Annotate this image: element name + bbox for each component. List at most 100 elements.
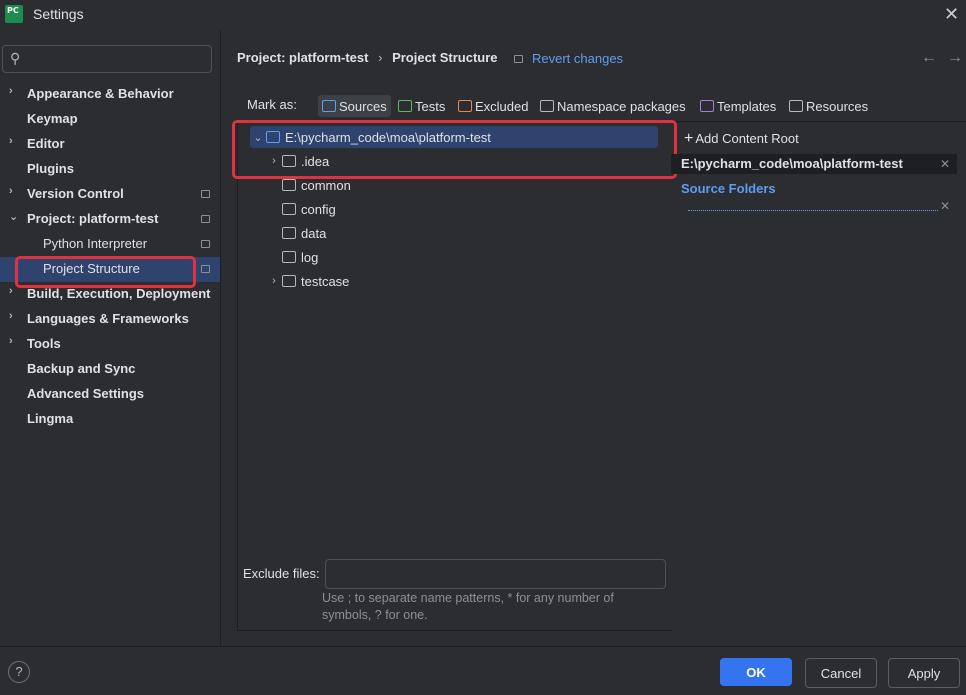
mark-button-label: Sources	[339, 98, 387, 114]
search-input[interactable]	[2, 45, 212, 73]
sidebar-item-label: Version Control	[27, 186, 124, 201]
breadcrumb-current: Project Structure	[392, 50, 498, 65]
folder-icon	[282, 203, 296, 215]
sidebar-item-label: Languages & Frameworks	[27, 311, 189, 326]
sidebar-item-label: Build, Execution, Deployment	[27, 286, 211, 301]
tree-row-config[interactable]: config	[266, 198, 658, 220]
sources-folder-icon	[322, 100, 336, 112]
chevron-right-icon: ›	[9, 335, 13, 347]
mark-button-label: Tests	[415, 98, 446, 114]
sidebar-item-label: Plugins	[27, 161, 74, 176]
project-level-icon	[201, 240, 210, 248]
content-root-panel	[671, 121, 966, 630]
tree-row-log[interactable]: log	[266, 246, 658, 268]
resources-folder-icon	[789, 100, 803, 112]
tree-row-label: data	[301, 225, 327, 241]
sidebar-item-label: Project: platform-test	[27, 211, 159, 226]
sidebar-item-editor[interactable]: › Editor	[0, 132, 220, 157]
source-folder-entry	[688, 210, 938, 212]
chevron-right-icon: ›	[9, 135, 13, 147]
sidebar-item-label: Backup and Sync	[27, 361, 136, 376]
folder-icon	[282, 227, 296, 239]
project-level-icon	[201, 215, 210, 223]
nav-back-forward[interactable]: ← →	[921, 49, 963, 67]
sidebar-item-label: Appearance & Behavior	[27, 86, 174, 101]
window-title: Settings	[33, 6, 84, 22]
tree-row-label: testcase	[301, 273, 350, 289]
sidebar-item-tools[interactable]: › Tools	[0, 332, 220, 357]
content-root-path: E:\pycharm_code\moa\platform-test	[681, 156, 903, 171]
project-level-icon	[201, 265, 210, 273]
tree-row-data[interactable]: data	[266, 222, 658, 244]
chevron-right-icon[interactable]: ›	[266, 275, 282, 287]
folder-icon	[282, 251, 296, 263]
sidebar-item-label: Advanced Settings	[27, 386, 145, 401]
sidebar-item-build[interactable]: › Build, Execution, Deployment	[0, 282, 220, 307]
sidebar-item-project[interactable]: ⌄ Project: platform-test	[0, 207, 220, 232]
sidebar-item-languages[interactable]: › Languages & Frameworks	[0, 307, 220, 332]
back-arrow-icon[interactable]: ←	[921, 49, 937, 66]
sidebar-item-advanced-settings[interactable]: Advanced Settings	[0, 382, 220, 407]
tree-row-testcase[interactable]: › testcase	[266, 270, 658, 292]
project-level-icon	[514, 55, 523, 63]
chevron-right-icon: ›	[9, 85, 13, 97]
folder-icon	[282, 179, 296, 191]
mark-resources-button[interactable]: Resources	[789, 95, 868, 117]
sidebar-item-appearance[interactable]: › Appearance & Behavior	[0, 82, 220, 107]
sidebar-item-version-control[interactable]: › Version Control	[0, 182, 220, 207]
sidebar-item-label: Python Interpreter	[43, 236, 148, 251]
revert-changes-link[interactable]: Revert changes	[532, 51, 623, 66]
remove-source-folder-icon[interactable]: ✕	[940, 199, 950, 213]
mark-sources-button[interactable]: Sources	[318, 95, 391, 117]
chevron-down-icon: ⌄	[9, 211, 19, 223]
search-icon: ⚲	[10, 50, 21, 66]
annotation-highlight	[232, 120, 677, 179]
title-bar	[0, 0, 966, 30]
sidebar-item-label: Editor	[27, 136, 65, 151]
remove-content-root-icon[interactable]: ✕	[940, 157, 950, 171]
add-content-root-button[interactable]: + Add Content Root	[684, 130, 799, 148]
tree-row-label: config	[301, 201, 336, 217]
mark-button-label: Namespace packages	[557, 98, 686, 114]
ok-button[interactable]: OK	[720, 658, 792, 686]
mark-tests-button[interactable]: Tests	[398, 95, 445, 117]
apply-button[interactable]: Apply	[888, 658, 960, 688]
project-level-icon	[201, 190, 210, 198]
source-folders-label: Source Folders	[681, 181, 776, 196]
chevron-right-icon: ›	[9, 310, 13, 322]
tree-row-label: common	[301, 177, 351, 193]
folder-icon	[282, 275, 296, 287]
exclude-files-hint: Use ; to separate name patterns, * for a…	[322, 591, 614, 622]
close-icon[interactable]: ✕	[944, 4, 959, 25]
sidebar-item-plugins[interactable]: Plugins	[0, 157, 220, 182]
sidebar-item-lingma[interactable]: Lingma	[0, 407, 220, 432]
sidebar-item-keymap[interactable]: Keymap	[0, 107, 220, 132]
exclude-files-input[interactable]	[325, 559, 666, 589]
mark-button-label: Excluded	[475, 98, 529, 114]
templates-folder-icon	[700, 100, 714, 112]
exclude-files-label: Exclude files:	[243, 566, 320, 581]
breadcrumb-parent[interactable]: Project: platform-test	[237, 50, 368, 65]
breadcrumb-separator: ›	[378, 50, 383, 65]
breadcrumb: Project: platform-test › Project Structu…	[237, 50, 498, 65]
tests-folder-icon	[398, 100, 412, 112]
cancel-button[interactable]: Cancel	[805, 658, 877, 688]
plus-icon: +	[684, 130, 694, 147]
mark-namespace-button[interactable]: Namespace packages	[540, 95, 686, 117]
mark-button-label: Templates	[717, 98, 777, 114]
pycharm-logo-icon	[5, 5, 23, 23]
mark-excluded-button[interactable]: Excluded	[458, 95, 528, 117]
mark-as-label: Mark as:	[247, 97, 297, 112]
chevron-right-icon: ›	[9, 185, 13, 197]
tree-row-label: log	[301, 249, 319, 265]
help-icon[interactable]: ?	[8, 661, 30, 683]
sidebar-item-backup-sync[interactable]: Backup and Sync	[0, 357, 220, 382]
excluded-folder-icon	[458, 100, 472, 112]
sidebar-item-python-interpreter[interactable]: Python Interpreter	[0, 232, 220, 257]
sidebar-item-label: Lingma	[27, 411, 74, 426]
add-content-root-label: Add Content Root	[695, 131, 799, 146]
mark-button-label: Resources	[806, 98, 869, 114]
namespace-folder-icon	[540, 100, 554, 112]
forward-arrow-icon[interactable]: →	[947, 49, 963, 66]
mark-templates-button[interactable]: Templates	[700, 95, 776, 117]
